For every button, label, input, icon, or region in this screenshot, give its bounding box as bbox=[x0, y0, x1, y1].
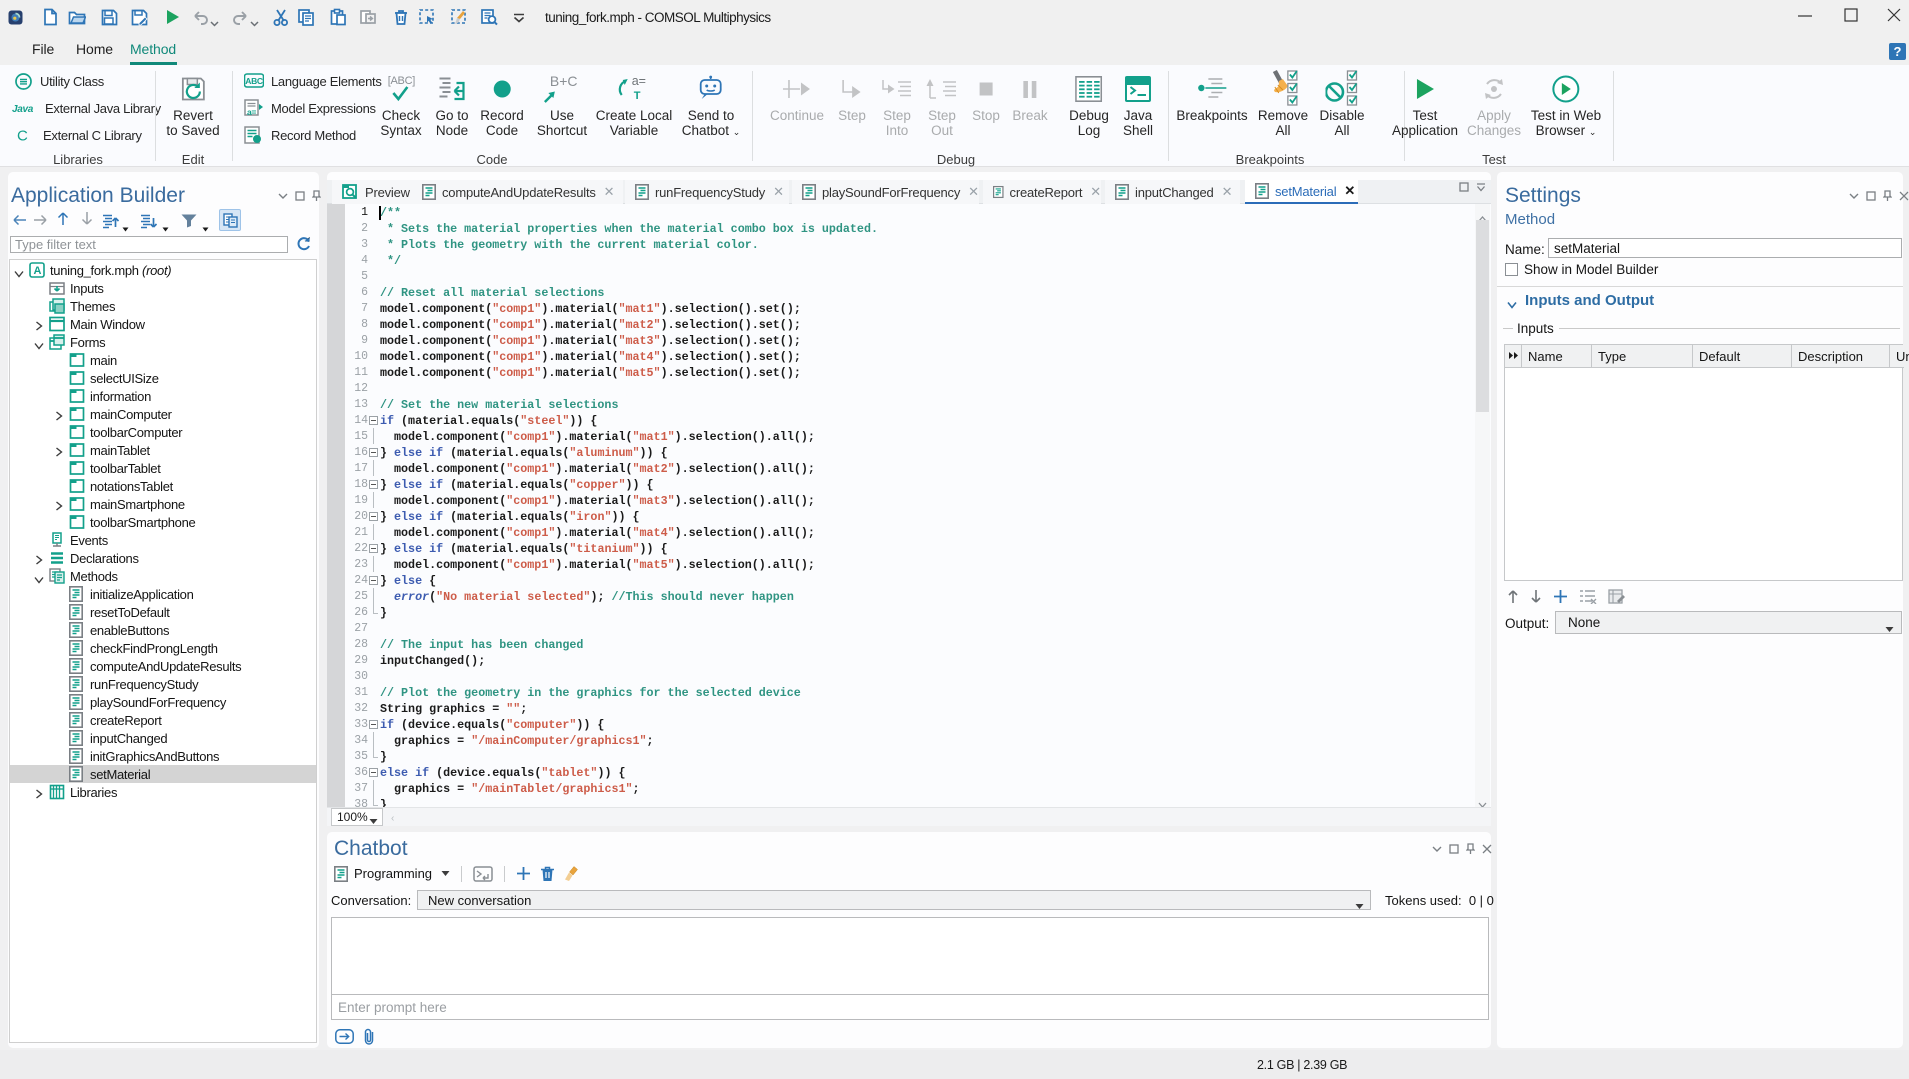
svg-text:T: T bbox=[634, 90, 641, 102]
svg-text:B+C: B+C bbox=[550, 74, 578, 89]
svg-text:ABC: ABC bbox=[245, 76, 263, 86]
svg-text:[ABC]: [ABC] bbox=[387, 75, 414, 87]
svg-text:a=: a= bbox=[632, 75, 646, 88]
svg-text:C: C bbox=[17, 128, 28, 144]
svg-text:Java: Java bbox=[12, 104, 34, 115]
svg-text:a=: a= bbox=[247, 107, 256, 117]
svg-text:A: A bbox=[34, 265, 42, 277]
